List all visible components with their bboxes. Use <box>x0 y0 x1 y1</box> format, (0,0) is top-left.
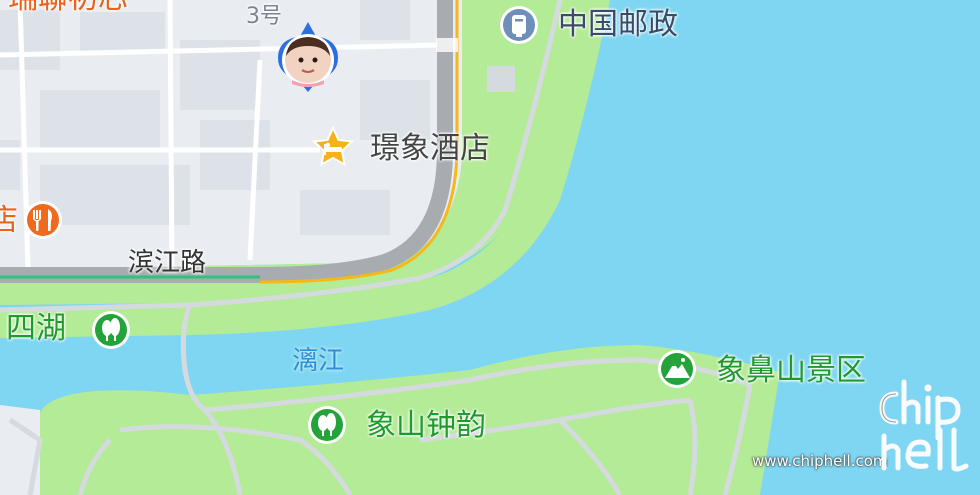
watermark-url: www.chiphell.com <box>752 452 888 470</box>
hotel-label[interactable]: 璟象酒店 <box>370 134 490 164</box>
location-pin-icon <box>278 22 338 92</box>
top-partial-label: 瑞聯初芯 <box>8 0 128 14</box>
binjiang-road-label: 滨江路 <box>128 248 207 278</box>
xiangshan-zhongyun-poi[interactable] <box>306 404 348 446</box>
tree-icon <box>308 406 346 444</box>
hotel-poi[interactable] <box>312 126 354 168</box>
fork-knife-icon <box>24 201 62 239</box>
restaurant-poi[interactable] <box>22 199 64 241</box>
mountain-icon <box>658 350 696 388</box>
china-post-label[interactable]: 中国邮政 <box>558 10 678 40</box>
chiphell-logo-icon <box>879 379 969 472</box>
xiangbishan-label[interactable]: 象鼻山景区 <box>716 356 866 386</box>
li-river-label: 漓江 <box>292 346 345 376</box>
restaurant-partial-label[interactable]: 店 <box>0 206 18 236</box>
xiangbishan-poi[interactable] <box>656 348 698 390</box>
hotel-bed-icon <box>312 126 354 167</box>
user-location-marker[interactable] <box>274 22 342 94</box>
sihu-label[interactable]: 四湖 <box>6 314 66 344</box>
map-view[interactable]: 瑞聯初芯 3号 中国邮政 <box>0 0 980 495</box>
post-box-icon <box>500 6 538 44</box>
sihu-poi[interactable] <box>90 309 132 351</box>
tree-icon <box>92 311 130 349</box>
xiangshan-zhongyun-label[interactable]: 象山钟韵 <box>366 411 486 441</box>
china-post-poi[interactable] <box>498 4 540 46</box>
